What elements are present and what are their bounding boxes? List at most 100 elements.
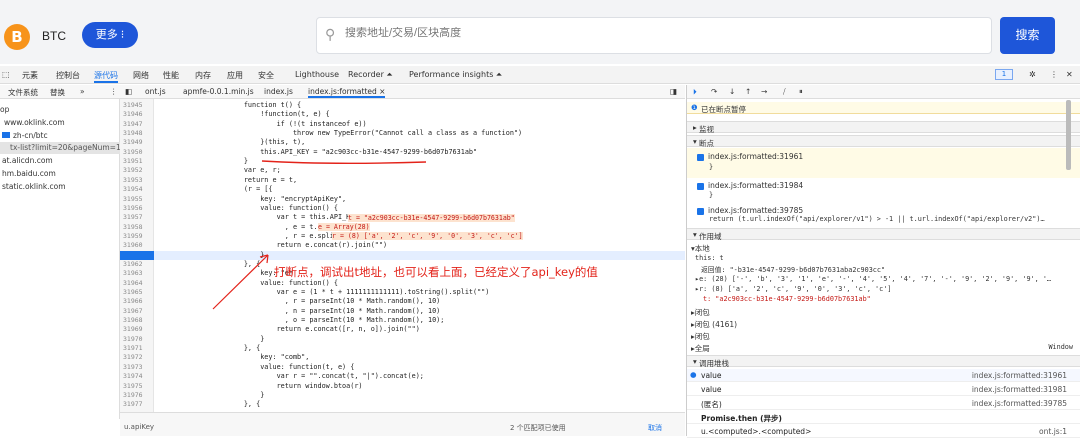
current-frame-icon: ●: [690, 370, 697, 379]
breakpoint-item[interactable]: index.js:formatted:31961 }: [687, 148, 1080, 178]
search-box[interactable]: ⚲: [316, 17, 992, 54]
breakpoint-file: index.js:formatted:31984: [708, 181, 804, 190]
inspect-icon[interactable]: ⬚: [2, 70, 10, 79]
paused-banner: ❶ 已在断点暂停: [687, 102, 1080, 114]
tab-memory[interactable]: 内存: [195, 70, 211, 81]
file-tab-ont[interactable]: ont.js: [145, 87, 166, 96]
toggle-navigator-icon[interactable]: ◧: [125, 87, 132, 96]
tree-domain-static-oklink[interactable]: static.oklink.com: [2, 182, 66, 191]
breakpoint-code: }: [709, 191, 714, 199]
callstack-async-separator: Promise.then (异步): [687, 411, 1080, 424]
scope-local-label: 本地: [694, 244, 710, 253]
section-callstack-label: 调用堆栈: [699, 359, 729, 368]
deactivate-breakpoints-icon[interactable]: ⧸: [783, 87, 786, 97]
resume-icon[interactable]: ⏵: [693, 87, 697, 97]
debugger-scrollbar[interactable]: [1066, 100, 1071, 170]
close-icon[interactable]: ✕: [1066, 70, 1073, 79]
devtools-tab-bar: ⬚ 元素 控制台 源代码 网络 性能 内存 应用 安全 Lighthouse R…: [0, 66, 1080, 84]
scope-var-text: t: "a2c903cc-b31e-4547-9299-b6d07b7631ab…: [703, 295, 871, 303]
search-icon: ⚲: [325, 27, 336, 43]
section-scope[interactable]: ▾ 作用域: [687, 228, 1080, 241]
frame-location: ont.js:1: [1039, 427, 1067, 436]
more-menu-icon[interactable]: ⋮: [1050, 70, 1058, 79]
breakpoint-item[interactable]: index.js:formatted:31984 }: [687, 179, 1080, 203]
section-breakpoints[interactable]: ▾ 断点: [687, 135, 1080, 148]
tab-performance[interactable]: 性能: [163, 70, 179, 81]
underline-api-key: [261, 160, 427, 164]
nav-tab-filesystem[interactable]: 文件系统: [8, 87, 38, 98]
frame-function: Promise.then (异步): [701, 414, 782, 423]
frame-function: value: [701, 371, 722, 380]
kebab-icon[interactable]: ⋮: [110, 87, 118, 96]
callstack-frame[interactable]: value index.js:formatted:31981: [687, 383, 1080, 396]
search-cancel[interactable]: 取消: [648, 423, 662, 433]
step-icon[interactable]: →: [761, 87, 767, 96]
file-tab-apmfe[interactable]: apmfe-0.0.1.min.js: [183, 87, 254, 96]
pause-on-exception-icon[interactable]: ⏸: [799, 87, 803, 97]
section-callstack[interactable]: ▾ 调用堆栈: [687, 355, 1080, 368]
file-tab-index-formatted[interactable]: index.js:formatted ×: [308, 87, 386, 98]
callstack-frame[interactable]: ● value index.js:formatted:31961: [687, 369, 1080, 382]
search-input[interactable]: [345, 27, 945, 39]
tree-domain-baidu[interactable]: hm.baidu.com: [2, 169, 56, 178]
callstack-frame[interactable]: (匿名) index.js:formatted:39785: [687, 397, 1080, 410]
tab-application[interactable]: 应用: [227, 70, 243, 81]
checkbox-checked-icon[interactable]: [697, 153, 704, 161]
search-footer: u.apiKey 2 个匹配项已使用 取消: [120, 412, 685, 436]
callstack-frame[interactable]: u.<computed>.<computed> ont.js:1: [687, 425, 1080, 438]
tab-recorder[interactable]: Recorder ⏶: [348, 70, 393, 80]
step-into-icon[interactable]: ↓: [729, 87, 735, 96]
breakpoint-file: index.js:formatted:39785: [708, 206, 804, 215]
info-icon: ❶: [691, 103, 698, 112]
tab-performance-insights[interactable]: Performance insights ⏶: [409, 70, 502, 80]
issues-badge[interactable]: 1: [995, 69, 1013, 80]
search-query[interactable]: u.apiKey: [124, 423, 154, 431]
closure-label: 闭包: [694, 332, 710, 341]
global-label: 全局: [694, 344, 710, 353]
section-watch-label: 监视: [699, 125, 714, 134]
debugger-panel: ⏵ ↷ ↓ ↑ → ⧸ ⏸ ❶ 已在断点暂停 ▸ 监视 ▾ 断点 index.j…: [686, 85, 1080, 438]
tree-top[interactable]: op: [0, 105, 9, 114]
annotation-text: 打断点，调试出t地址，也可以看上面，已经定义了api_key的值: [274, 265, 598, 279]
annotation-arrow: [212, 254, 269, 310]
nav-more[interactable]: »: [80, 87, 85, 96]
section-watch[interactable]: ▸ 监视: [687, 121, 1080, 134]
step-over-icon[interactable]: ↷: [711, 87, 717, 96]
tree-folder-zh-cn-btc[interactable]: zh-cn/btc: [13, 131, 48, 140]
tab-elements[interactable]: 元素: [22, 70, 38, 81]
btc-logo-icon: B: [4, 24, 30, 50]
paused-text: 已在断点暂停: [701, 105, 746, 114]
frame-location: index.js:formatted:39785: [971, 399, 1067, 408]
breakpoint-file: index.js:formatted:31961: [708, 152, 804, 161]
more-button[interactable]: 更多 ⁝: [82, 22, 138, 48]
frame-location: index.js:formatted:31981: [971, 385, 1067, 394]
code-editor[interactable]: 31945 31946 31947 31948 31949 31950 31951 31952…: [120, 99, 685, 412]
tree-domain-oklink[interactable]: www.oklink.com: [4, 118, 65, 127]
tree-file-txlist[interactable]: tx-list?limit=20&pageNum=1: [10, 143, 121, 152]
frame-function: u.<computed>.<computed>: [701, 427, 812, 436]
step-out-icon[interactable]: ↑: [745, 87, 751, 96]
scope-var-text: this: t: [695, 254, 724, 262]
file-tab-index[interactable]: index.js: [264, 87, 293, 96]
search-button[interactable]: 搜索: [1000, 17, 1055, 54]
global-value: Window: [1048, 343, 1073, 351]
breakpoint-item[interactable]: index.js:formatted:39785 return (t.url.i…: [687, 204, 1080, 226]
toggle-debugger-icon[interactable]: ◨: [670, 87, 677, 96]
nav-tab-overrides[interactable]: 替换: [50, 87, 65, 98]
tab-sources[interactable]: 源代码: [94, 70, 118, 83]
tab-network[interactable]: 网络: [133, 70, 149, 81]
scope-local[interactable]: ▾本地: [687, 243, 1080, 253]
scope-var-text: 返回值: "-b31e-4547-9299-b6d07b7631aba2c903…: [701, 266, 886, 274]
sources-subbar: 文件系统 替换 » ⋮ ◧ ont.js apmfe-0.0.1.min.js …: [0, 85, 685, 99]
tree-domain-alicdn[interactable]: at.alicdn.com: [2, 156, 53, 165]
scope-var-text: ▸e: (28) ['-', 'b', '3', '1', 'e', '-', …: [695, 275, 1052, 283]
checkbox-checked-icon[interactable]: [697, 207, 704, 215]
checkbox-checked-icon[interactable]: [697, 182, 704, 190]
breakpoint-code: }: [709, 163, 714, 171]
tab-security[interactable]: 安全: [258, 70, 274, 81]
scope-var-text: ▸r: (8) ['a', '2', 'c', '9', '0', '3', '…: [695, 285, 892, 293]
tab-console[interactable]: 控制台: [56, 70, 80, 81]
site-header: B BTC 更多 ⁝ ⚲ 搜索: [0, 0, 1080, 64]
tab-lighthouse[interactable]: Lighthouse: [295, 70, 339, 79]
gear-icon[interactable]: ✲: [1029, 70, 1036, 79]
